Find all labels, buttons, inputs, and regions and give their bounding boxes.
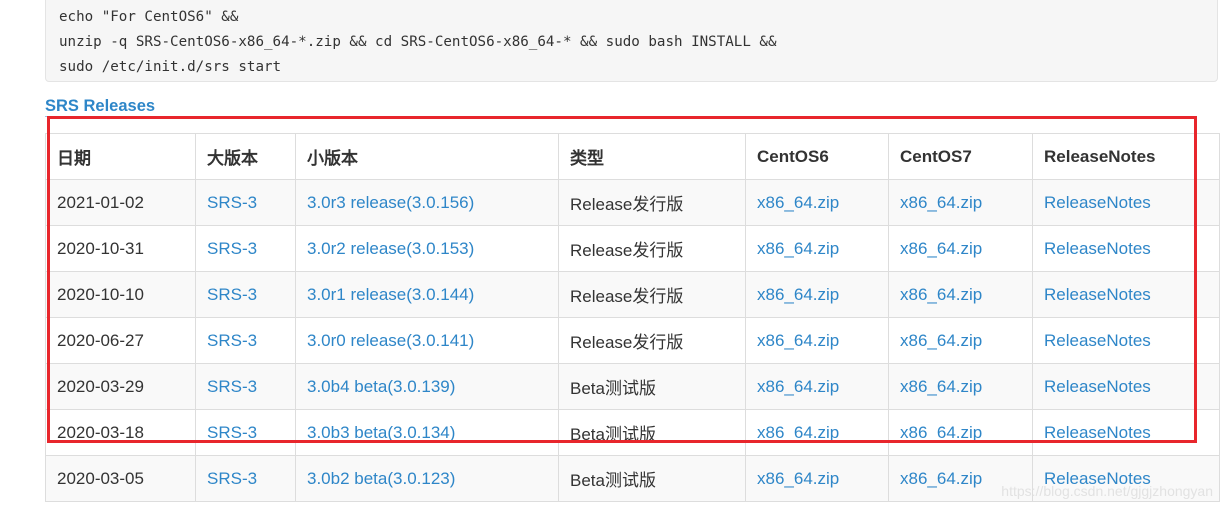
minor-version-link[interactable]: 3.0b4 beta(3.0.139) — [307, 377, 455, 396]
major-version-link[interactable]: SRS-3 — [207, 423, 257, 442]
centos7-download-link[interactable]: x86_64.zip — [900, 285, 982, 304]
header-centos7: CentOS7 — [888, 133, 1033, 180]
header-type: 类型 — [558, 133, 746, 180]
table-row: 2020-10-10 SRS-3 3.0r1 release(3.0.144) … — [45, 271, 1220, 318]
centos7-download-link[interactable]: x86_64.zip — [900, 423, 982, 442]
minor-version-link[interactable]: 3.0b3 beta(3.0.134) — [307, 423, 455, 442]
header-centos6: CentOS6 — [745, 133, 889, 180]
cell-type: Beta测试版 — [558, 409, 746, 456]
cell-date: 2020-10-31 — [45, 225, 196, 272]
cell-type: Release发行版 — [558, 317, 746, 364]
release-notes-link[interactable]: ReleaseNotes — [1044, 285, 1151, 304]
centos7-download-link[interactable]: x86_64.zip — [900, 377, 982, 396]
code-line: echo "For CentOS6" && — [59, 9, 239, 25]
header-release-notes: ReleaseNotes — [1032, 133, 1220, 180]
header-minor-version: 小版本 — [295, 133, 559, 180]
centos6-download-link[interactable]: x86_64.zip — [757, 469, 839, 488]
release-notes-link[interactable]: ReleaseNotes — [1044, 193, 1151, 212]
cell-type: Beta测试版 — [558, 455, 746, 502]
cell-date: 2020-03-29 — [45, 363, 196, 410]
srs-releases-link[interactable]: SRS Releases — [45, 97, 156, 117]
cell-type: Beta测试版 — [558, 363, 746, 410]
minor-version-link[interactable]: 3.0b2 beta(3.0.123) — [307, 469, 455, 488]
release-notes-link[interactable]: ReleaseNotes — [1044, 331, 1151, 350]
centos6-download-link[interactable]: x86_64.zip — [757, 285, 839, 304]
major-version-link[interactable]: SRS-3 — [207, 469, 257, 488]
table-row: 2020-03-29 SRS-3 3.0b4 beta(3.0.139) Bet… — [45, 363, 1220, 410]
cell-date: 2021-01-02 — [45, 179, 196, 226]
table-row: 2020-06-27 SRS-3 3.0r0 release(3.0.141) … — [45, 317, 1220, 364]
cell-type: Release发行版 — [558, 271, 746, 318]
centos7-download-link[interactable]: x86_64.zip — [900, 469, 982, 488]
code-line: sudo /etc/init.d/srs start — [59, 59, 282, 75]
major-version-link[interactable]: SRS-3 — [207, 331, 257, 350]
cell-type: Release发行版 — [558, 225, 746, 272]
release-notes-link[interactable]: ReleaseNotes — [1044, 377, 1151, 396]
minor-version-link[interactable]: 3.0r3 release(3.0.156) — [307, 193, 474, 212]
minor-version-link[interactable]: 3.0r2 release(3.0.153) — [307, 239, 474, 258]
centos7-download-link[interactable]: x86_64.zip — [900, 239, 982, 258]
cell-date: 2020-10-10 — [45, 271, 196, 318]
code-line: unzip -q SRS-CentOS6-x86_64-*.zip && cd … — [59, 34, 777, 50]
table-row: 2020-03-18 SRS-3 3.0b3 beta(3.0.134) Bet… — [45, 409, 1220, 456]
centos6-download-link[interactable]: x86_64.zip — [757, 423, 839, 442]
release-notes-link[interactable]: ReleaseNotes — [1044, 239, 1151, 258]
centos6-download-link[interactable]: x86_64.zip — [757, 331, 839, 350]
centos7-download-link[interactable]: x86_64.zip — [900, 193, 982, 212]
minor-version-link[interactable]: 3.0r1 release(3.0.144) — [307, 285, 474, 304]
header-major-version: 大版本 — [195, 133, 296, 180]
release-notes-link[interactable]: ReleaseNotes — [1044, 423, 1151, 442]
major-version-link[interactable]: SRS-3 — [207, 377, 257, 396]
cell-type: Release发行版 — [558, 179, 746, 226]
centos6-download-link[interactable]: x86_64.zip — [757, 377, 839, 396]
table-row: 2021-01-02 SRS-3 3.0r3 release(3.0.156) … — [45, 179, 1220, 226]
centos6-download-link[interactable]: x86_64.zip — [757, 193, 839, 212]
releases-table: 日期 大版本 小版本 类型 CentOS6 CentOS7 ReleaseNot… — [45, 133, 1220, 502]
cell-date: 2020-06-27 — [45, 317, 196, 364]
table-header-row: 日期 大版本 小版本 类型 CentOS6 CentOS7 ReleaseNot… — [45, 133, 1220, 180]
cell-date: 2020-03-18 — [45, 409, 196, 456]
minor-version-link[interactable]: 3.0r0 release(3.0.141) — [307, 331, 474, 350]
major-version-link[interactable]: SRS-3 — [207, 285, 257, 304]
table-row: 2020-10-31 SRS-3 3.0r2 release(3.0.153) … — [45, 225, 1220, 272]
centos7-download-link[interactable]: x86_64.zip — [900, 331, 982, 350]
csdn-watermark: https://blog.csdn.net/gjgjzhongyan — [1001, 483, 1213, 499]
major-version-link[interactable]: SRS-3 — [207, 239, 257, 258]
header-date: 日期 — [45, 133, 196, 180]
major-version-link[interactable]: SRS-3 — [207, 193, 257, 212]
cell-date: 2020-03-05 — [45, 455, 196, 502]
code-block: echo "For CentOS6" && unzip -q SRS-CentO… — [45, 0, 1218, 82]
centos6-download-link[interactable]: x86_64.zip — [757, 239, 839, 258]
